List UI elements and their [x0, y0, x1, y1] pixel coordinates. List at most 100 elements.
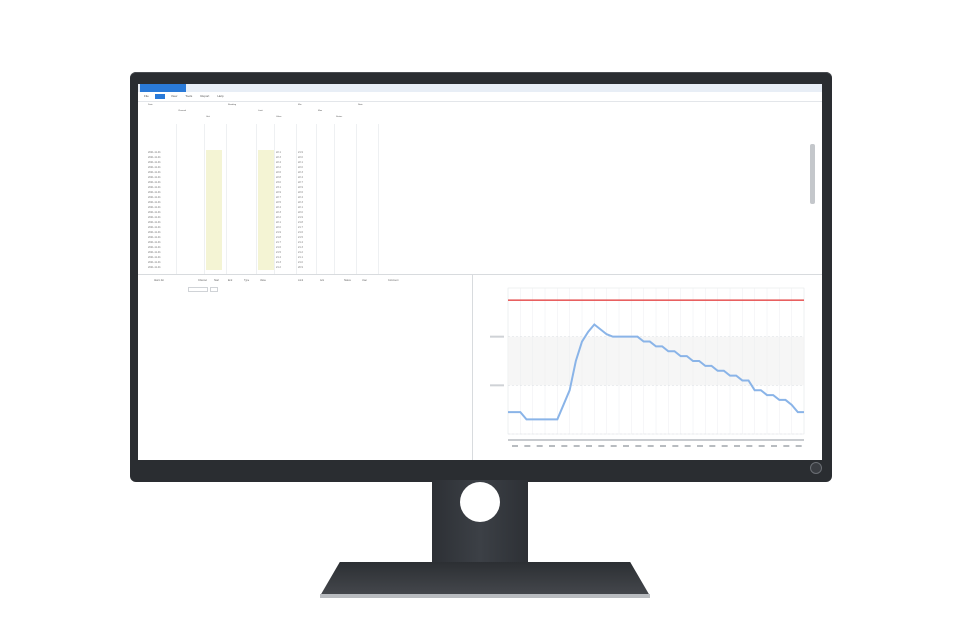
table-cell: 2021-11-01 — [148, 241, 161, 244]
table-cell: 22.0 — [298, 211, 303, 214]
table-cell: 2021-11-01 — [148, 166, 161, 169]
panel-divider — [138, 274, 822, 275]
table-cell: 2021-11-01 — [148, 196, 161, 199]
table-cell: 21.9 — [276, 231, 281, 234]
table-column-header[interactable]: Channel — [178, 110, 186, 113]
table-grid-line — [274, 124, 275, 274]
table-column-header[interactable]: Note — [358, 104, 363, 107]
toolbar-button-tools[interactable]: Tools — [183, 94, 194, 99]
alarm-list-column-header[interactable]: End — [228, 279, 232, 282]
table-column-header[interactable]: Reading — [228, 104, 236, 107]
table-cell: 21.6 — [298, 231, 303, 234]
table-cell: 22.8 — [276, 176, 281, 179]
table-cell: 2021-11-01 — [148, 191, 161, 194]
table-cell: 22.9 — [276, 191, 281, 194]
table-cell: 2021-11-01 — [148, 231, 161, 234]
table-cell: 21.4 — [276, 256, 281, 259]
panel-splitter[interactable] — [472, 275, 473, 460]
table-grid-line — [204, 124, 205, 274]
chart-x-tick-label — [672, 445, 679, 447]
table-cell: 2021-11-01 — [148, 201, 161, 204]
table-grid-line — [356, 124, 357, 274]
alarm-list-column-header[interactable]: Channel — [198, 279, 207, 282]
table-grid-line — [296, 124, 297, 274]
chart-x-tick-label — [536, 445, 543, 447]
table-cell: 2021-11-01 — [148, 246, 161, 249]
chart-y-tick-label — [490, 335, 504, 338]
chart-x-tick-label — [771, 445, 777, 447]
table-cell: 2021-11-01 — [148, 186, 161, 189]
chart-x-tick-label — [746, 445, 753, 447]
chart-x-tick-label — [709, 445, 716, 447]
table-column-header[interactable]: Min — [298, 104, 302, 107]
alarm-list-column-header[interactable]: Ack — [320, 279, 324, 282]
alarm-list-column-header[interactable]: Start — [214, 279, 219, 282]
table-column-header[interactable]: Max — [318, 110, 322, 113]
chart-x-tick-label — [561, 445, 568, 447]
power-button[interactable] — [810, 462, 822, 474]
toolbar-button-help[interactable]: Help — [215, 94, 225, 99]
table-cell: 21.7 — [276, 241, 281, 244]
toolbar-button-selected[interactable] — [154, 94, 165, 99]
table-cell: 22.1 — [276, 221, 281, 224]
alarm-list-column-header[interactable]: User — [362, 279, 367, 282]
table-cell: 21.5 — [276, 251, 281, 254]
chart-x-tick-label — [783, 445, 790, 447]
chart-x-tick-label — [660, 445, 666, 447]
table-row[interactable]: 2021-11-01 21.2 20.9 — [148, 265, 808, 270]
table-cell: 22.6 — [276, 171, 281, 174]
chart-x-tick-label — [635, 445, 642, 447]
table-cell: 21.2 — [298, 251, 303, 254]
table-cell: 22.6 — [298, 191, 303, 194]
table-cell: 2021-11-01 — [148, 206, 161, 209]
table-cell: 22.4 — [298, 196, 303, 199]
chart-x-tick-label — [573, 445, 580, 447]
data-table: Date Channel Unit Reading Limit Value Min Max St… — [148, 104, 808, 292]
table-cell: 2021-11-01 — [148, 221, 161, 224]
table-cell: 22.4 — [276, 161, 281, 164]
table-footer-cell[interactable] — [210, 287, 218, 292]
table-cell: 21.8 — [298, 221, 303, 224]
table-grid-line — [378, 124, 379, 274]
chart-x-tick-label — [549, 445, 555, 447]
table-cell: 21.2 — [276, 266, 281, 269]
table-cell: 22.1 — [298, 161, 303, 164]
toolbar-button-file[interactable]: File — [142, 94, 151, 99]
table-footer-cell[interactable] — [188, 287, 208, 292]
table-cell: 22.3 — [298, 171, 303, 174]
table-cell: 2021-11-01 — [148, 151, 161, 154]
table-cell: 22.0 — [298, 156, 303, 159]
table-column-header[interactable]: Date — [148, 104, 153, 107]
table-cell: 21.7 — [298, 226, 303, 229]
chart-x-tick-label — [734, 445, 740, 447]
table-cell: 22.1 — [276, 151, 281, 154]
table-column-header[interactable]: Limit — [258, 110, 263, 113]
table-column-header[interactable]: Unit — [206, 116, 210, 119]
alarm-list-column-header[interactable]: Value — [260, 279, 266, 282]
table-cell: 22.7 — [298, 181, 303, 184]
chart-x-tick-label — [684, 445, 691, 447]
toolbar-button-view[interactable]: View — [169, 94, 179, 99]
chart-x-tick-label — [610, 445, 617, 447]
table-column-header[interactable]: Value — [276, 116, 281, 119]
table-scrollbar[interactable] — [810, 144, 815, 204]
alarm-list-column-header[interactable]: Comment — [388, 279, 398, 282]
table-cell: 2021-11-01 — [148, 261, 161, 264]
toolbar-button-report[interactable]: Report — [198, 94, 211, 99]
alarm-list-column-header[interactable]: Type — [244, 279, 249, 282]
alarm-list-column-header[interactable]: Limit — [298, 279, 303, 282]
chart-x-tick-label — [647, 445, 654, 447]
table-cell: 2021-11-01 — [148, 176, 161, 179]
active-window-tab[interactable] — [140, 84, 186, 92]
window-titlebar — [138, 84, 822, 92]
table-cell: 2021-11-01 — [148, 256, 161, 259]
table-column-header[interactable]: Status — [336, 116, 342, 119]
monitor-stand-neck — [432, 480, 528, 566]
alarm-list-column-header[interactable]: Alarm list — [154, 279, 164, 282]
chart-x-tick-label — [598, 445, 605, 447]
chart-x-tick-label — [586, 445, 592, 447]
alarm-list-column-header[interactable]: Status — [344, 279, 351, 282]
table-cell: 22.7 — [276, 196, 281, 199]
alarm-list-header: Alarm list Channel Start End Type Value Limit A… — [148, 277, 448, 287]
table-cell: 21.1 — [298, 256, 303, 259]
